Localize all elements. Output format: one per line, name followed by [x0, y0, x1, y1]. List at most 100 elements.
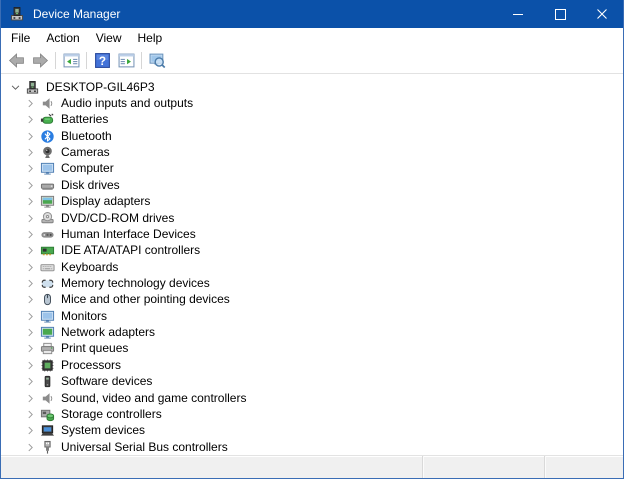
- keyboard-icon: [40, 260, 55, 275]
- dvd-icon: [40, 211, 55, 226]
- minimize-button[interactable]: [497, 0, 539, 28]
- tree-item[interactable]: Display adapters: [1, 194, 623, 210]
- menu-view[interactable]: View: [88, 29, 130, 47]
- tree-item-label: Display adapters: [61, 194, 151, 209]
- toolbar-separator: [55, 52, 56, 69]
- chevron-right-icon[interactable]: [23, 227, 37, 241]
- back-button[interactable]: [4, 50, 28, 72]
- chevron-down-icon[interactable]: [8, 80, 22, 94]
- tree-item-label: Network adapters: [61, 325, 156, 340]
- tree-item[interactable]: Network adapters: [1, 324, 623, 340]
- status-bar: [1, 455, 623, 478]
- system-icon: [40, 423, 55, 438]
- tree-item[interactable]: Audio inputs and outputs: [1, 95, 623, 111]
- help-icon: [94, 52, 111, 69]
- tree-item[interactable]: Computer: [1, 161, 623, 177]
- tree-item[interactable]: Sound, video and game controllers: [1, 390, 623, 406]
- tree-item-label: DESKTOP-GIL46P3: [46, 79, 155, 94]
- chevron-right-icon[interactable]: [23, 260, 37, 274]
- monitor-icon: [40, 161, 55, 176]
- ide-icon: [40, 243, 55, 258]
- device-tree: DESKTOP-GIL46P3 Audio inputs and outputs…: [1, 74, 623, 455]
- tree-item[interactable]: Bluetooth: [1, 128, 623, 144]
- help-button[interactable]: [90, 50, 114, 72]
- chevron-right-icon[interactable]: [23, 211, 37, 225]
- tree-item[interactable]: DVD/CD-ROM drives: [1, 210, 623, 226]
- tree-item-label: Memory technology devices: [61, 275, 210, 290]
- chevron-right-icon[interactable]: [23, 146, 37, 160]
- tree-item-label: Sound, video and game controllers: [61, 390, 247, 405]
- software-icon: [40, 374, 55, 389]
- tree-item-label: Human Interface Devices: [61, 226, 196, 241]
- show-console-tree-button[interactable]: [59, 50, 83, 72]
- disk-icon: [40, 178, 55, 193]
- tree-item-label: Computer: [61, 161, 114, 176]
- tree-item[interactable]: Processors: [1, 357, 623, 373]
- chevron-right-icon[interactable]: [23, 293, 37, 307]
- chevron-right-icon[interactable]: [23, 440, 37, 454]
- tree-item[interactable]: Print queues: [1, 341, 623, 357]
- device-manager-window: Device Manager File Action View Help DES…: [0, 0, 624, 479]
- network-icon: [40, 325, 55, 340]
- mouse-icon: [40, 292, 55, 307]
- chevron-right-icon[interactable]: [23, 129, 37, 143]
- maximize-button[interactable]: [539, 0, 581, 28]
- device-manager-icon: [9, 6, 25, 22]
- titlebar[interactable]: Device Manager: [1, 0, 623, 28]
- tree-item-label: Disk drives: [61, 177, 120, 192]
- tree-item-label: Bluetooth: [61, 128, 112, 143]
- chevron-right-icon[interactable]: [23, 424, 37, 438]
- speaker-icon: [40, 96, 55, 111]
- storage-icon: [40, 407, 55, 422]
- toolbar-separator: [86, 52, 87, 69]
- memory-icon: [40, 276, 55, 291]
- tree-item[interactable]: Software devices: [1, 373, 623, 389]
- minimize-icon: [513, 13, 523, 15]
- menu-help[interactable]: Help: [130, 29, 171, 47]
- tree-item[interactable]: Monitors: [1, 308, 623, 324]
- close-button[interactable]: [581, 0, 623, 28]
- menu-bar: File Action View Help: [1, 28, 623, 48]
- chevron-right-icon[interactable]: [23, 195, 37, 209]
- tree-item-label: Monitors: [61, 308, 108, 323]
- chevron-right-icon[interactable]: [23, 326, 37, 340]
- chevron-right-icon[interactable]: [23, 375, 37, 389]
- chevron-right-icon[interactable]: [23, 162, 37, 176]
- tree-item[interactable]: IDE ATA/ATAPI controllers: [1, 243, 623, 259]
- forward-button[interactable]: [28, 50, 52, 72]
- tree-item-label: Processors: [61, 357, 122, 372]
- menu-action[interactable]: Action: [38, 29, 87, 47]
- chevron-right-icon[interactable]: [23, 358, 37, 372]
- tree-item[interactable]: Memory technology devices: [1, 275, 623, 291]
- speaker-icon: [40, 391, 55, 406]
- tree-item-label: Batteries: [61, 112, 109, 127]
- tree-item[interactable]: Storage controllers: [1, 406, 623, 422]
- chevron-right-icon[interactable]: [23, 178, 37, 192]
- tree-item[interactable]: Keyboards: [1, 259, 623, 275]
- scan-hardware-changes-button[interactable]: [145, 50, 169, 72]
- tree-item-label: Cameras: [61, 145, 110, 160]
- tree-item[interactable]: Human Interface Devices: [1, 226, 623, 242]
- chevron-right-icon[interactable]: [23, 97, 37, 111]
- menu-file[interactable]: File: [3, 29, 38, 47]
- chevron-right-icon[interactable]: [23, 244, 37, 258]
- tree-item[interactable]: Universal Serial Bus controllers: [1, 439, 623, 455]
- tree-item-root[interactable]: DESKTOP-GIL46P3: [1, 79, 623, 95]
- tree-item[interactable]: System devices: [1, 423, 623, 439]
- chevron-right-icon[interactable]: [23, 309, 37, 323]
- show-action-pane-button[interactable]: [114, 50, 138, 72]
- chevron-right-icon[interactable]: [23, 113, 37, 127]
- chevron-right-icon[interactable]: [23, 276, 37, 290]
- chevron-right-icon[interactable]: [23, 391, 37, 405]
- chevron-right-icon[interactable]: [23, 342, 37, 356]
- tree-item[interactable]: Cameras: [1, 144, 623, 160]
- tree-item[interactable]: Mice and other pointing devices: [1, 292, 623, 308]
- chevron-right-icon[interactable]: [23, 407, 37, 421]
- tree-item[interactable]: Batteries: [1, 112, 623, 128]
- tree-item[interactable]: Disk drives: [1, 177, 623, 193]
- tree-item-label: Print queues: [61, 341, 129, 356]
- back-icon: [8, 52, 25, 69]
- tree-item-label: Software devices: [61, 374, 153, 389]
- close-icon: [597, 9, 607, 19]
- camera-icon: [40, 145, 55, 160]
